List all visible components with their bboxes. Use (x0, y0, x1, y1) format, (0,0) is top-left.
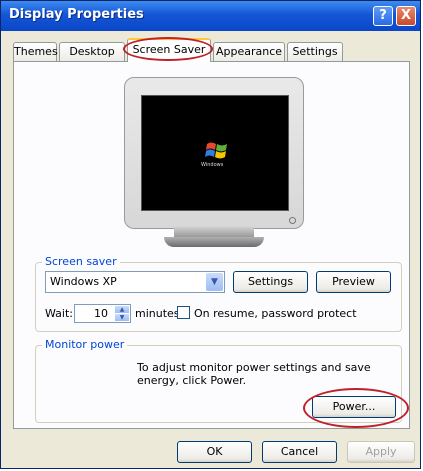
tab-desktop[interactable]: Desktop (59, 42, 125, 61)
monitor-bezel: Windows (124, 77, 304, 229)
preview-button[interactable]: Preview (316, 271, 391, 293)
power-button-highlight (303, 388, 409, 428)
wait-label: Wait: (45, 307, 73, 320)
tab-themes[interactable]: Themes (13, 42, 58, 61)
spin-up-icon[interactable]: ▲ (115, 306, 129, 313)
monitor-power-description: To adjust monitor power settings and sav… (137, 361, 371, 387)
minutes-label: minutes (135, 307, 180, 320)
spinner-buttons: ▲ ▼ (115, 306, 129, 321)
monitor-stand (174, 227, 254, 237)
screen-saver-tab-highlight (123, 37, 213, 61)
screen-saver-select[interactable]: Windows XP ▼ (45, 271, 225, 293)
windows-logo-icon (205, 142, 227, 159)
monitor-power-group-label: Monitor power (42, 338, 128, 351)
window-title: Display Properties (9, 7, 144, 22)
tab-appearance[interactable]: Appearance (213, 42, 285, 61)
title-bar[interactable]: Display Properties ? X (1, 1, 420, 31)
tab-settings[interactable]: Settings (287, 42, 343, 61)
screen-saver-selected-value: Windows XP (50, 275, 117, 288)
monitor-base (164, 237, 264, 247)
help-button[interactable]: ? (373, 6, 393, 26)
close-button[interactable]: X (396, 6, 416, 26)
password-protect-label[interactable]: On resume, password protect (194, 307, 357, 320)
wait-minutes-value: 10 (94, 307, 108, 320)
ok-button[interactable]: OK (177, 441, 252, 463)
settings-button[interactable]: Settings (233, 271, 308, 293)
power-led-icon (289, 217, 296, 224)
display-properties-window: Display Properties ? X Themes Desktop Sc… (0, 0, 421, 469)
chevron-down-icon[interactable]: ▼ (206, 273, 223, 291)
apply-button[interactable]: Apply (347, 441, 415, 463)
password-protect-checkbox[interactable] (177, 306, 190, 319)
cancel-button[interactable]: Cancel (262, 441, 337, 463)
preview-screen: Windows (141, 95, 289, 211)
wait-minutes-spinner[interactable]: 10 ▲ ▼ (74, 304, 131, 323)
spin-down-icon[interactable]: ▼ (115, 314, 129, 321)
monitor-preview: Windows (124, 77, 304, 247)
screen-saver-group-label: Screen saver (42, 255, 120, 268)
windows-logo-text: Windows (201, 162, 224, 168)
